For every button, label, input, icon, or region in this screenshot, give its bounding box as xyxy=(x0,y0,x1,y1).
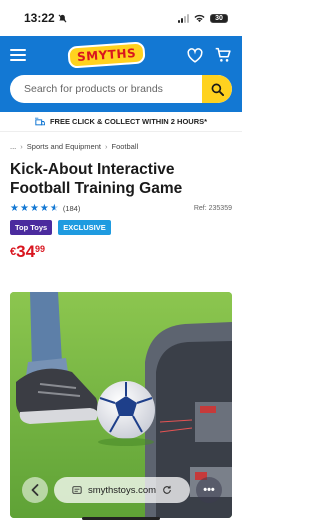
chevron-left-icon xyxy=(31,484,39,496)
hamburger-menu-icon[interactable] xyxy=(10,49,26,61)
rating-count[interactable]: (184) xyxy=(63,204,81,213)
breadcrumb-separator-icon: › xyxy=(20,141,23,151)
smyths-logo[interactable]: SMYTHS xyxy=(67,41,146,69)
breadcrumb: ... › Sports and Equipment › Football xyxy=(0,132,242,160)
breadcrumb-item-football[interactable]: Football xyxy=(111,142,138,151)
status-indicators: 30 xyxy=(178,13,228,23)
click-collect-icon xyxy=(34,117,45,126)
product-ref: Ref: 235359 xyxy=(193,204,232,212)
breadcrumb-ellipsis[interactable]: ... xyxy=(10,142,16,151)
exclusive-badge: EXCLUSIVE xyxy=(58,220,111,235)
star-icon: ★ xyxy=(39,202,49,214)
battery-icon: 30 xyxy=(210,13,228,23)
browser-address-bar[interactable]: smythstoys.com xyxy=(54,477,190,503)
home-indicator xyxy=(82,517,160,520)
star-icon: ★ xyxy=(29,202,39,214)
search-button[interactable] xyxy=(202,75,232,103)
product-title: Kick-About Interactive Football Training… xyxy=(10,161,183,197)
breadcrumb-separator-icon: › xyxy=(104,141,108,151)
badges: Top Toys EXCLUSIVE xyxy=(0,214,242,235)
breadcrumb-item-sports[interactable]: Sports and Equipment xyxy=(27,142,101,151)
header-actions xyxy=(187,47,232,63)
wifi-icon xyxy=(194,14,205,22)
status-time-text: 13:22 xyxy=(24,11,55,25)
browser-more-button[interactable]: ••• xyxy=(196,477,222,503)
status-time: 13:22 xyxy=(24,11,67,25)
search-icon xyxy=(211,83,224,96)
silent-bell-icon xyxy=(58,14,67,22)
price-cents: 99 xyxy=(35,244,46,254)
star-icon: ★ xyxy=(19,202,29,214)
price-whole: 34 xyxy=(16,242,36,261)
cellular-signal-icon xyxy=(178,13,189,23)
rating-row: ★ ★ ★ ★ ★ (184) Ref: 235359 xyxy=(0,198,242,214)
half-star-icon: ★ xyxy=(49,202,59,214)
browser-url: smythstoys.com xyxy=(87,484,157,496)
shopping-cart-icon[interactable] xyxy=(215,47,232,63)
search-bar xyxy=(10,75,232,103)
site-header: SMYTHS xyxy=(0,36,242,112)
wishlist-heart-icon[interactable] xyxy=(187,47,203,63)
promo-banner[interactable]: FREE CLICK & COLLECT WITHIN 2 HOURS* xyxy=(0,112,242,132)
star-icon: ★ xyxy=(10,202,19,214)
more-dots-icon: ••• xyxy=(203,484,215,496)
promo-text: FREE CLICK & COLLECT WITHIN 2 HOURS* xyxy=(49,117,208,126)
browser-toolbar: smythstoys.com ••• xyxy=(22,476,222,504)
page-settings-icon xyxy=(72,486,82,494)
reload-icon[interactable] xyxy=(162,485,172,495)
rating-stars[interactable]: ★ ★ ★ ★ ★ (184) xyxy=(10,203,80,214)
search-input[interactable] xyxy=(10,83,202,95)
top-toys-badge: Top Toys xyxy=(10,220,53,235)
header-top-row: SMYTHS xyxy=(0,36,242,74)
status-bar: 13:22 30 xyxy=(0,0,242,36)
product-price: € 34 99 xyxy=(0,235,242,261)
browser-back-button[interactable] xyxy=(22,477,48,503)
